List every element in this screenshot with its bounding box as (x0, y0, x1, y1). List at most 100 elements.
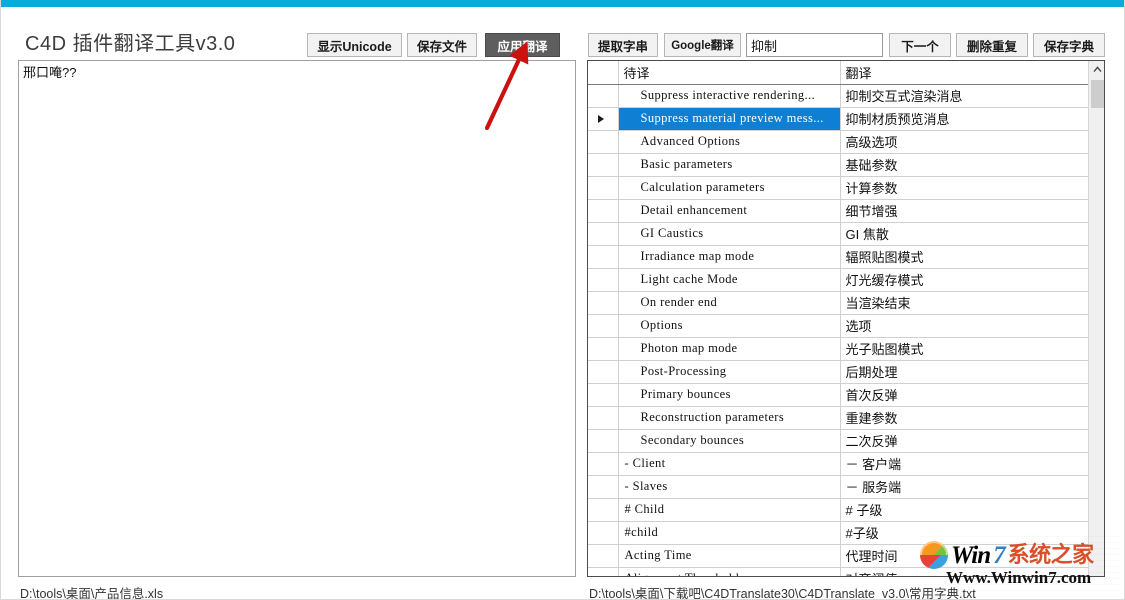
cell-target-text[interactable]: GI 焦散 (840, 222, 1089, 246)
cell-source-text[interactable]: Suppress material preview mess... (618, 107, 841, 131)
table-row[interactable]: Photon map mode 光子贴图模式 (588, 337, 1089, 361)
cell-source-text[interactable]: #child (618, 521, 841, 545)
cell-target-text[interactable]: 光子贴图模式 (840, 337, 1089, 361)
show-unicode-button[interactable]: 显示Unicode (307, 33, 402, 57)
cell-source-text[interactable]: On render end (618, 291, 841, 315)
column-header-target[interactable]: 翻译 (840, 61, 1089, 85)
table-row[interactable]: #child #子级 (588, 521, 1089, 545)
cell-source-text[interactable]: # Child (618, 498, 841, 522)
cell-target-text[interactable]: 选项 (840, 314, 1089, 338)
row-selector-cell[interactable] (588, 521, 619, 545)
cell-source-text[interactable]: Secondary bounces (618, 429, 841, 453)
cell-target-text[interactable]: 当渲染结束 (840, 291, 1089, 315)
cell-source-text[interactable]: Acting Time (618, 544, 841, 568)
row-selector-cell[interactable] (588, 314, 619, 338)
cell-target-text[interactable]: 抑制材质预览消息 (840, 107, 1089, 131)
cell-source-text[interactable]: Alignment Threshold (618, 567, 841, 576)
extract-string-button[interactable]: 提取字串 (588, 33, 658, 57)
row-selector-cell[interactable] (588, 107, 619, 131)
cell-source-text[interactable]: - Slaves (618, 475, 841, 499)
table-row[interactable]: Secondary bounces 二次反弹 (588, 429, 1089, 453)
cell-target-text[interactable]: 二次反弹 (840, 429, 1089, 453)
cell-target-text[interactable]: 代理时间 (840, 544, 1089, 568)
row-selector-cell[interactable] (588, 544, 619, 568)
cell-target-text[interactable]: # 子级 (840, 498, 1089, 522)
row-selector-cell[interactable] (588, 337, 619, 361)
cell-target-text[interactable]: 灯光缓存模式 (840, 268, 1089, 292)
table-row[interactable]: Options 选项 (588, 314, 1089, 338)
source-text-area[interactable] (19, 61, 575, 576)
cell-source-text[interactable]: Basic parameters (618, 153, 841, 177)
row-selector-cell[interactable] (588, 245, 619, 269)
table-row[interactable]: Post-Processing 后期处理 (588, 360, 1089, 384)
cell-source-text[interactable]: Advanced Options (618, 130, 841, 154)
table-row[interactable]: Calculation parameters 计算参数 (588, 176, 1089, 200)
next-button[interactable]: 下一个 (889, 33, 951, 57)
search-input[interactable] (746, 33, 883, 57)
table-row[interactable]: # Child # 子级 (588, 498, 1089, 522)
row-selector-cell[interactable] (588, 199, 619, 223)
table-row[interactable]: Basic parameters 基础参数 (588, 153, 1089, 177)
table-row[interactable]: - Slaves － 服务端 (588, 475, 1089, 499)
row-selector-cell[interactable] (588, 130, 619, 154)
cell-target-text[interactable]: #子级 (840, 521, 1089, 545)
save-file-button[interactable]: 保存文件 (407, 33, 477, 57)
table-row[interactable]: Acting Time 代理时间 (588, 544, 1089, 568)
row-selector-cell[interactable] (588, 383, 619, 407)
google-translate-button[interactable]: Google翻译 (664, 33, 741, 57)
table-row[interactable]: - Client － 客户端 (588, 452, 1089, 476)
table-row[interactable]: Irradiance map mode 辐照贴图模式 (588, 245, 1089, 269)
cell-target-text[interactable]: － 服务端 (840, 475, 1089, 499)
table-row[interactable]: Advanced Options 高级选项 (588, 130, 1089, 154)
cell-target-text[interactable]: － 客户端 (840, 452, 1089, 476)
cell-target-text[interactable]: 抑制交互式渲染消息 (840, 84, 1089, 108)
cell-target-text[interactable]: 基础参数 (840, 153, 1089, 177)
row-selector-cell[interactable] (588, 360, 619, 384)
cell-target-text[interactable]: 对齐阈值 (840, 567, 1089, 576)
save-dictionary-button[interactable]: 保存字典 (1033, 33, 1105, 57)
cell-target-text[interactable]: 后期处理 (840, 360, 1089, 384)
table-row[interactable]: Suppress interactive rendering... 抑制交互式渲染… (588, 84, 1089, 108)
table-row[interactable]: Primary bounces 首次反弹 (588, 383, 1089, 407)
apply-translation-button[interactable]: 应用翻译 (485, 33, 560, 57)
row-selector-cell[interactable] (588, 84, 619, 108)
row-selector-cell[interactable] (588, 475, 619, 499)
table-row[interactable]: Reconstruction parameters 重建参数 (588, 406, 1089, 430)
cell-source-text[interactable]: Post-Processing (618, 360, 841, 384)
column-header-selector[interactable] (588, 61, 619, 85)
scrollbar-thumb[interactable] (1091, 80, 1104, 108)
table-row[interactable]: Suppress material preview mess... 抑制材质预览消… (588, 107, 1089, 131)
scroll-up-arrow-icon[interactable] (1089, 61, 1104, 78)
row-selector-cell[interactable] (588, 291, 619, 315)
row-selector-cell[interactable] (588, 452, 619, 476)
cell-source-text[interactable]: Photon map mode (618, 337, 841, 361)
cell-target-text[interactable]: 首次反弹 (840, 383, 1089, 407)
cell-target-text[interactable]: 计算参数 (840, 176, 1089, 200)
cell-target-text[interactable]: 细节增强 (840, 199, 1089, 223)
cell-source-text[interactable]: Detail enhancement (618, 199, 841, 223)
cell-source-text[interactable]: Suppress interactive rendering... (618, 84, 841, 108)
table-row[interactable]: GI Caustics GI 焦散 (588, 222, 1089, 246)
row-selector-cell[interactable] (588, 222, 619, 246)
table-row[interactable]: Detail enhancement 细节增强 (588, 199, 1089, 223)
cell-source-text[interactable]: Light cache Mode (618, 268, 841, 292)
row-selector-cell[interactable] (588, 268, 619, 292)
row-selector-cell[interactable] (588, 498, 619, 522)
grid-vertical-scrollbar[interactable] (1088, 61, 1104, 576)
cell-target-text[interactable]: 辐照贴图模式 (840, 245, 1089, 269)
row-selector-cell[interactable] (588, 406, 619, 430)
cell-source-text[interactable]: Reconstruction parameters (618, 406, 841, 430)
row-selector-cell[interactable] (588, 153, 619, 177)
table-row[interactable]: On render end 当渲染结束 (588, 291, 1089, 315)
row-selector-cell[interactable] (588, 567, 619, 576)
cell-source-text[interactable]: GI Caustics (618, 222, 841, 246)
table-row[interactable]: Alignment Threshold对齐阈值 (588, 567, 1089, 576)
cell-target-text[interactable]: 高级选项 (840, 130, 1089, 154)
remove-duplicates-button[interactable]: 删除重复 (956, 33, 1028, 57)
cell-source-text[interactable]: Calculation parameters (618, 176, 841, 200)
cell-source-text[interactable]: Irradiance map mode (618, 245, 841, 269)
cell-source-text[interactable]: Options (618, 314, 841, 338)
table-row[interactable]: Light cache Mode 灯光缓存模式 (588, 268, 1089, 292)
row-selector-cell[interactable] (588, 176, 619, 200)
cell-source-text[interactable]: - Client (618, 452, 841, 476)
